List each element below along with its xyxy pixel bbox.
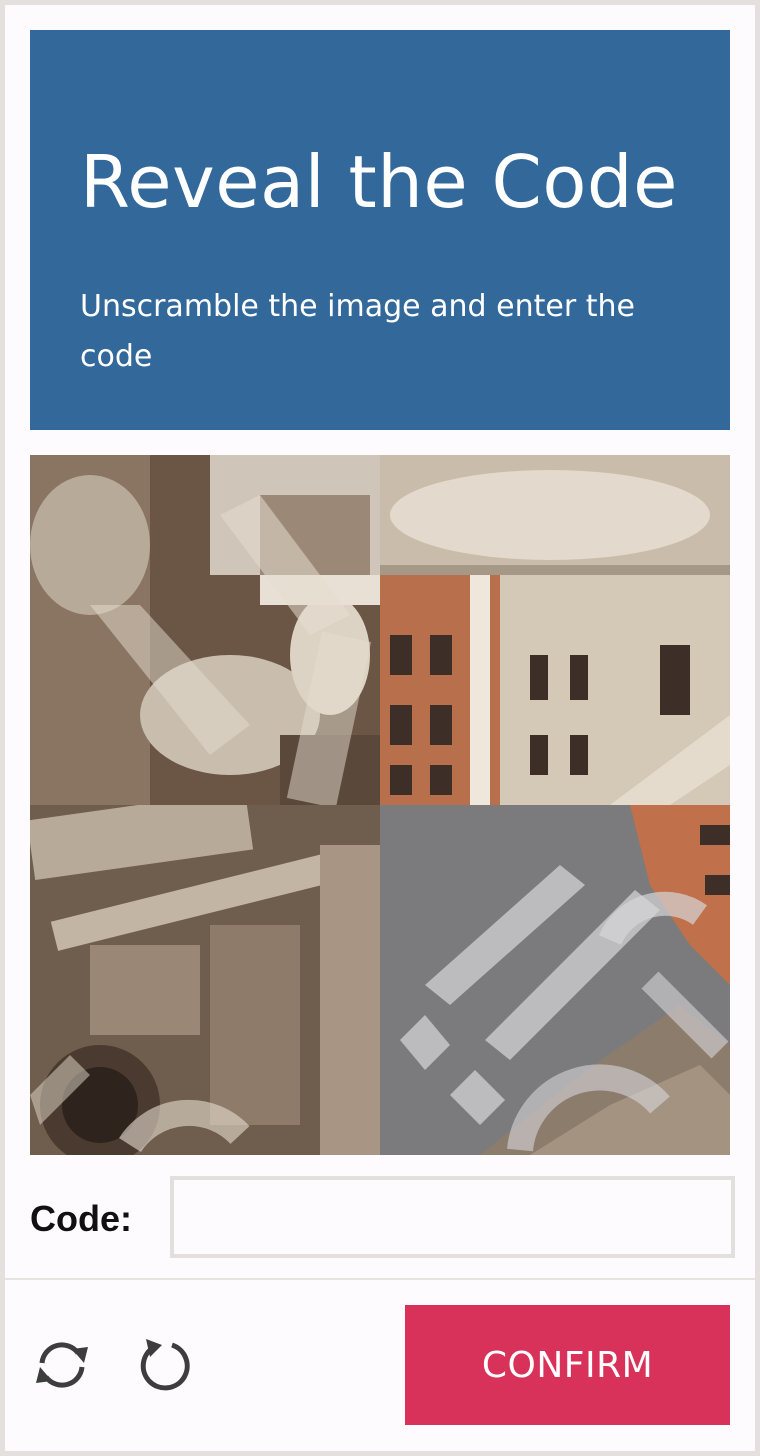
ornate-columns-icon (30, 805, 380, 1155)
rotate-icon (140, 1339, 190, 1391)
sky-rooftops-icon (380, 805, 730, 1155)
footer-divider (5, 1278, 755, 1280)
puzzle-tile-bottom-left[interactable] (30, 805, 380, 1155)
building-facade-icon (380, 455, 730, 805)
page-subtitle: Unscramble the image and enter the code (80, 289, 635, 374)
captcha-frame: Reveal the Code Unscramble the image and… (0, 0, 760, 1456)
refresh-icon (36, 1342, 88, 1388)
code-input[interactable] (170, 1176, 735, 1258)
puzzle-tile-top-left[interactable] (30, 455, 380, 805)
captcha-header: Reveal the Code Unscramble the image and… (30, 30, 730, 430)
refresh-button[interactable] (30, 1333, 94, 1397)
puzzle-tile-top-right[interactable] (380, 455, 730, 805)
puzzle-tile-bottom-right[interactable] (380, 805, 730, 1155)
puzzle-grid (30, 455, 730, 1155)
page-title: Reveal the Code (80, 140, 678, 224)
confirm-button[interactable]: CONFIRM (405, 1305, 730, 1425)
rotate-button[interactable] (130, 1333, 194, 1397)
fountain-statues-icon (30, 455, 380, 805)
code-label: Code: (30, 1198, 132, 1239)
